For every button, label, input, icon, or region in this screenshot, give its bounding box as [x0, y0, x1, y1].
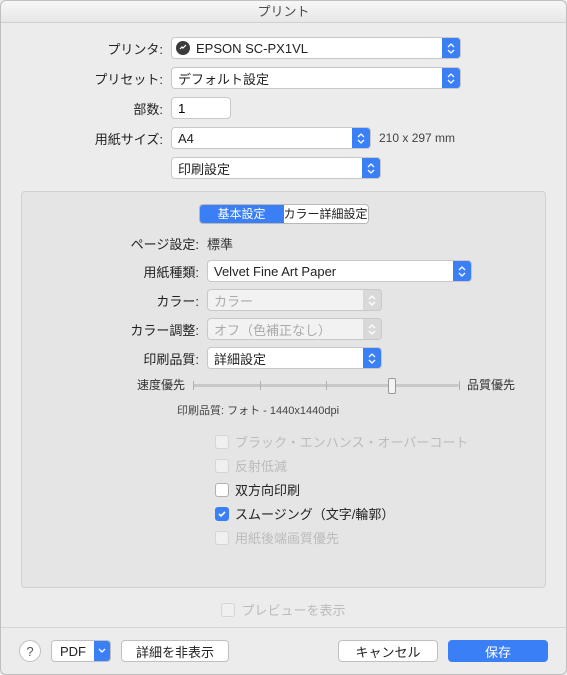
- papersize-label: 用紙サイズ:: [21, 129, 171, 148]
- save-button[interactable]: 保存: [448, 640, 548, 662]
- preview-label: プレビューを表示: [241, 600, 345, 619]
- quality-priority-label: 品質優先: [467, 376, 515, 393]
- media-type-label: 用紙種類:: [32, 262, 207, 281]
- slider-track[interactable]: [193, 377, 459, 393]
- window-title: プリント: [1, 1, 566, 23]
- color-label: カラー:: [32, 291, 207, 310]
- tab-color-advanced[interactable]: カラー詳細設定: [284, 205, 368, 223]
- copies-input[interactable]: [171, 97, 231, 119]
- chevron-updown-icon: [363, 348, 381, 368]
- page-setup-label: ページ設定:: [32, 234, 207, 253]
- dialog-footer: ? PDF 詳細を非表示 キャンセル 保存: [1, 627, 566, 674]
- color-adjust-label: カラー調整:: [32, 320, 207, 339]
- printer-label: プリンタ:: [21, 39, 171, 58]
- papersize-select[interactable]: A4: [171, 127, 371, 149]
- black-enhance-label: ブラック・エンハンス・オーバーコート: [235, 432, 468, 451]
- chevron-updown-icon: [362, 158, 380, 178]
- bidirectional-label: 双方向印刷: [235, 480, 300, 499]
- help-button[interactable]: ?: [19, 640, 41, 662]
- dialog-content: プリンタ: EPSON SC-PX1VL プリセット:: [1, 23, 566, 627]
- checkbox-reflect-reduce: [215, 459, 229, 473]
- section-select[interactable]: 印刷設定: [171, 157, 381, 179]
- chevron-updown-icon: [442, 68, 460, 88]
- printer-select[interactable]: EPSON SC-PX1VL: [171, 37, 461, 59]
- page-setup-value: 標準: [207, 234, 233, 253]
- print-quality-select[interactable]: 詳細設定: [207, 347, 382, 369]
- quality-slider[interactable]: 速度優先 品質優先: [137, 376, 515, 393]
- quality-note: 印刷品質: フォト - 1440x1440dpi: [177, 402, 339, 418]
- color-value: カラー: [208, 291, 363, 310]
- printer-value: EPSON SC-PX1VL: [190, 41, 442, 56]
- print-dialog: プリント プリンタ: EPSON SC-PX1VL プリセット:: [0, 0, 567, 675]
- check-row-trailing-edge: 用紙後端画質優先: [215, 528, 535, 547]
- media-type-value: Velvet Fine Art Paper: [208, 264, 453, 279]
- chevron-updown-icon: [453, 261, 471, 281]
- preview-row: プレビューを表示: [21, 600, 546, 619]
- preset-select[interactable]: デフォルト設定: [171, 67, 461, 89]
- tab-basic[interactable]: 基本設定: [200, 205, 284, 223]
- options-checks: ブラック・エンハンス・オーバーコート 反射低減 双方向印刷 スムージング（文字/…: [32, 432, 535, 547]
- hide-details-button[interactable]: 詳細を非表示: [121, 640, 229, 662]
- print-quality-value: 詳細設定: [208, 349, 363, 368]
- chevron-down-icon: [94, 641, 110, 661]
- checkbox-smoothing[interactable]: [215, 507, 229, 521]
- print-settings-panel: 基本設定 カラー詳細設定 ページ設定: 標準 用紙種類: Velvet Fine…: [21, 191, 546, 588]
- preset-label: プリセット:: [21, 69, 171, 88]
- preset-value: デフォルト設定: [172, 69, 442, 88]
- color-adjust-select: オフ（色補正なし）: [207, 318, 382, 340]
- check-row-bidirectional[interactable]: 双方向印刷: [215, 480, 535, 499]
- checkbox-bidirectional[interactable]: [215, 483, 229, 497]
- print-quality-label: 印刷品質:: [32, 349, 207, 368]
- help-icon: ?: [26, 644, 33, 659]
- check-row-smoothing[interactable]: スムージング（文字/輪郭）: [215, 504, 535, 523]
- pdf-menu-button[interactable]: PDF: [51, 640, 111, 662]
- smoothing-label: スムージング（文字/輪郭）: [235, 504, 394, 523]
- slider-thumb[interactable]: [388, 378, 396, 394]
- chevron-updown-icon: [352, 128, 370, 148]
- media-type-select[interactable]: Velvet Fine Art Paper: [207, 260, 472, 282]
- chevron-updown-icon: [363, 290, 381, 310]
- cancel-button[interactable]: キャンセル: [338, 640, 438, 662]
- check-row-reflect-reduce: 反射低減: [215, 456, 535, 475]
- speed-priority-label: 速度優先: [137, 376, 185, 393]
- settings-tabs: 基本設定 カラー詳細設定: [199, 204, 369, 224]
- checkbox-preview: [221, 603, 235, 617]
- chevron-updown-icon: [363, 319, 381, 339]
- checkbox-trailing-edge: [215, 531, 229, 545]
- trailing-edge-label: 用紙後端画質優先: [235, 528, 339, 547]
- section-value: 印刷設定: [172, 159, 362, 178]
- copies-label: 部数:: [21, 99, 171, 118]
- chevron-updown-icon: [442, 38, 460, 58]
- papersize-dimensions: 210 x 297 mm: [379, 131, 455, 145]
- color-adjust-value: オフ（色補正なし）: [208, 320, 363, 339]
- papersize-value: A4: [172, 131, 352, 146]
- printer-status-icon: [176, 41, 190, 55]
- color-select: カラー: [207, 289, 382, 311]
- checkbox-black-enhance: [215, 435, 229, 449]
- pdf-label: PDF: [52, 644, 94, 659]
- check-row-black-enhance: ブラック・エンハンス・オーバーコート: [215, 432, 535, 451]
- reflect-reduce-label: 反射低減: [235, 456, 287, 475]
